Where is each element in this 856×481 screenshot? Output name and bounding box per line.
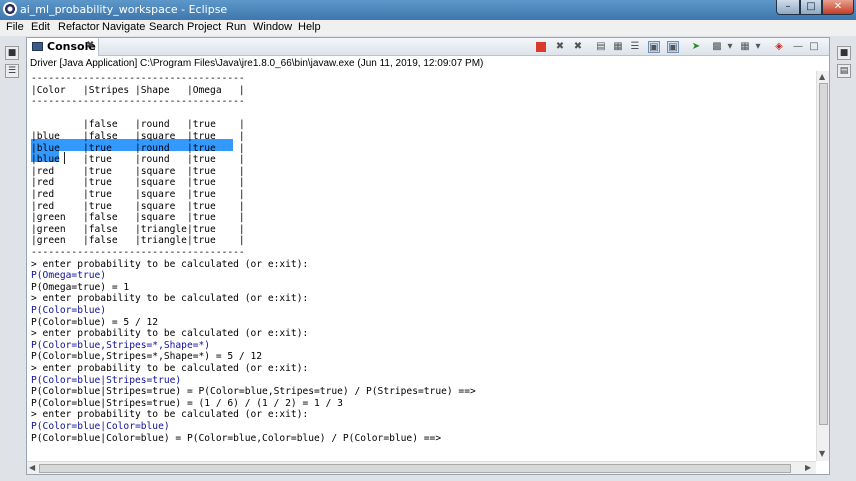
- eclipse-logo-icon: [3, 2, 17, 16]
- right-trim-bar: ■ ▤: [832, 36, 856, 481]
- window-title: ai_ml_probability_workspace - Eclipse: [20, 3, 228, 16]
- menu-window[interactable]: Window: [253, 21, 292, 33]
- menu-bar: File Edit Refactor Navigate Search Proje…: [0, 20, 856, 36]
- menu-navigate[interactable]: Navigate: [102, 21, 145, 33]
- console-output[interactable]: ------------------------------------- |Co…: [27, 71, 816, 461]
- maximize-view-icon[interactable]: □: [808, 41, 820, 53]
- terminate-icon[interactable]: [536, 42, 546, 52]
- close-button[interactable]: ✕: [822, 0, 854, 15]
- show-on-stdout-icon[interactable]: ▣: [648, 41, 660, 53]
- vertical-scroll-thumb[interactable]: [819, 83, 828, 425]
- console-line: > enter probability to be calculated (or…: [31, 258, 309, 270]
- console-line: -------------------------------------: [31, 73, 245, 84]
- minimize-button[interactable]: –: [776, 0, 800, 15]
- console-line: |red |true |square |true |: [31, 177, 245, 189]
- console-line: |blue |false |square |true |: [31, 131, 245, 142]
- scroll-up-icon[interactable]: ▲: [819, 72, 825, 81]
- console-view: Console ✖ ✖ ✖ ▤ ▦ ☰ ▣ ▣ ➤ ▩ ▾ ▦ ▾ ◈ — □ …: [26, 37, 830, 475]
- horizontal-scroll-thumb[interactable]: [39, 464, 791, 473]
- console-line: P(Color=blue|Stripes=true): [31, 374, 182, 386]
- console-line: > enter probability to be calculated (or…: [31, 328, 309, 340]
- console-line: P(Color=blue|Stripes=true) = (1 / 6) / (…: [31, 397, 343, 409]
- menu-project[interactable]: Project: [187, 21, 221, 33]
- remove-all-launches-icon[interactable]: ✖: [572, 41, 584, 53]
- show-on-stderr-icon[interactable]: ▣: [667, 41, 679, 53]
- menu-edit[interactable]: Edit: [31, 21, 50, 33]
- console-line: |red |true |square |true |: [31, 165, 245, 177]
- vertical-scrollbar[interactable]: ▲ ▼: [816, 71, 829, 461]
- console-line: -------------------------------------: [31, 96, 245, 108]
- scroll-lock-icon[interactable]: ▦: [612, 41, 624, 53]
- close-tab-icon[interactable]: ✖: [86, 40, 94, 51]
- console-line: P(Omega=true): [31, 270, 107, 282]
- menu-refactor[interactable]: Refactor: [58, 21, 100, 33]
- console-line: |blue |false |round |true |: [31, 119, 245, 131]
- console-line: |Color |Stripes |Shape |Omega |: [31, 84, 245, 96]
- scroll-down-icon[interactable]: ▼: [819, 449, 825, 458]
- remove-launch-icon[interactable]: ✖: [554, 41, 566, 53]
- outline-view-icon[interactable]: ▤: [837, 64, 851, 78]
- console-line: > enter probability to be calculated (or…: [31, 409, 309, 421]
- restore-view-icon[interactable]: ■: [837, 46, 851, 60]
- clear-console-icon[interactable]: ▤: [595, 41, 607, 53]
- menu-search[interactable]: Search: [149, 21, 184, 33]
- restore-view-icon[interactable]: ■: [5, 46, 19, 60]
- console-line: |blue |false |round |true |: [31, 107, 245, 119]
- console-line: P(Color=blue,Stripes=*,Shape=*) = 5 / 12: [31, 351, 263, 363]
- minimize-view-icon[interactable]: —: [792, 41, 804, 53]
- console-line: |red |true |square |true |: [31, 189, 245, 200]
- console-line: P(Color=blue|Stripes=true) = P(Color=blu…: [31, 386, 476, 398]
- view-header: Console ✖ ✖ ✖ ▤ ▦ ☰ ▣ ▣ ➤ ▩ ▾ ▦ ▾ ◈ — □: [27, 38, 829, 56]
- scroll-right-icon[interactable]: ▶: [805, 463, 811, 472]
- console-line: > enter probability to be calculated (or…: [31, 293, 309, 305]
- left-trim-bar: ■ ☰: [0, 36, 24, 481]
- word-wrap-icon[interactable]: ☰: [629, 41, 641, 53]
- display-selected-console-icon[interactable]: ▩: [711, 41, 723, 53]
- console-line: P(Color=blue): [31, 305, 107, 316]
- console-line: P(Color=blue) = 5 / 12: [31, 316, 159, 328]
- open-console-icon[interactable]: ▦: [739, 41, 751, 53]
- console-line: |red |true |square |true |: [31, 200, 245, 212]
- console-line: |green |false |triangle|true |: [31, 223, 245, 235]
- console-line: |green |false |triangle|true |: [31, 235, 245, 247]
- title-bar: ai_ml_probability_workspace - Eclipse – …: [0, 0, 856, 20]
- text-cursor: [64, 152, 70, 164]
- console-icon: [32, 42, 43, 51]
- menu-file[interactable]: File: [6, 21, 24, 33]
- console-line: > enter probability to be calculated (or…: [31, 363, 309, 374]
- console-line: -------------------------------------: [31, 247, 245, 258]
- chevron-down-icon[interactable]: ▾: [724, 41, 736, 53]
- console-line: P(Omega=true) = 1: [31, 281, 130, 293]
- maximize-button[interactable]: □: [800, 0, 822, 15]
- console-line: P(Color=blue|Color=blue) = P(Color=blue,…: [31, 432, 442, 444]
- tab-console[interactable]: Console ✖: [27, 38, 99, 56]
- pin-console-icon[interactable]: ➤: [690, 41, 702, 53]
- scroll-left-icon[interactable]: ◀: [29, 463, 35, 472]
- console-line: |green |false |square |true |: [31, 212, 245, 224]
- process-description: Driver [Java Application] C:\Program Fil…: [30, 58, 484, 69]
- horizontal-scrollbar[interactable]: ◀ ▶: [27, 461, 816, 474]
- menu-run[interactable]: Run: [226, 21, 246, 33]
- console-line: P(Color=blue,Stripes=*,Shape=*): [31, 339, 211, 351]
- chevron-down-icon[interactable]: ▾: [752, 41, 764, 53]
- package-explorer-icon[interactable]: ☰: [5, 64, 19, 78]
- menu-help[interactable]: Help: [298, 21, 321, 33]
- eclipse-marketplace-icon[interactable]: ◈: [773, 41, 785, 53]
- console-line: P(Color=blue|Color=blue): [31, 421, 170, 432]
